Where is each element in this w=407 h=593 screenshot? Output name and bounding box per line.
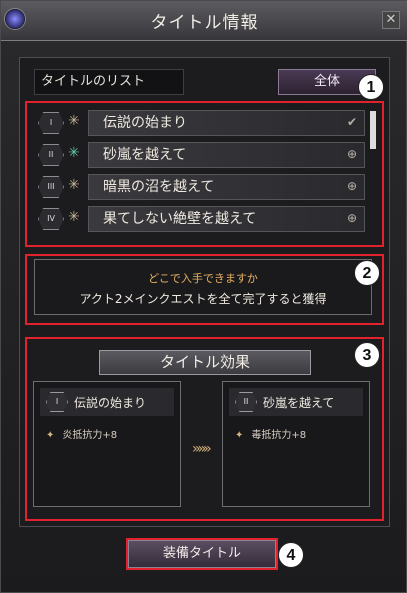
highlight-box-1	[25, 101, 384, 247]
marker-2: 2	[354, 260, 380, 286]
game-logo-icon	[4, 8, 26, 30]
highlight-box-4	[126, 538, 278, 570]
window-titlebar: タイトル情報 ✕	[1, 1, 407, 41]
marker-3: 3	[354, 342, 380, 368]
title-list-header: タイトルのリスト 全体	[34, 69, 376, 95]
marker-1: 1	[358, 74, 384, 100]
close-icon[interactable]: ✕	[382, 11, 400, 29]
title-info-window: タイトル情報 ✕ タイトルのリスト 全体 I ✳ 伝説の始まり ✔ II ✳ 砂…	[0, 0, 407, 593]
marker-4: 4	[278, 542, 304, 568]
window-title: タイトル情報	[150, 13, 259, 33]
highlight-box-2	[25, 254, 384, 325]
highlight-box-3	[25, 337, 384, 521]
title-list-label: タイトルのリスト	[34, 69, 184, 95]
